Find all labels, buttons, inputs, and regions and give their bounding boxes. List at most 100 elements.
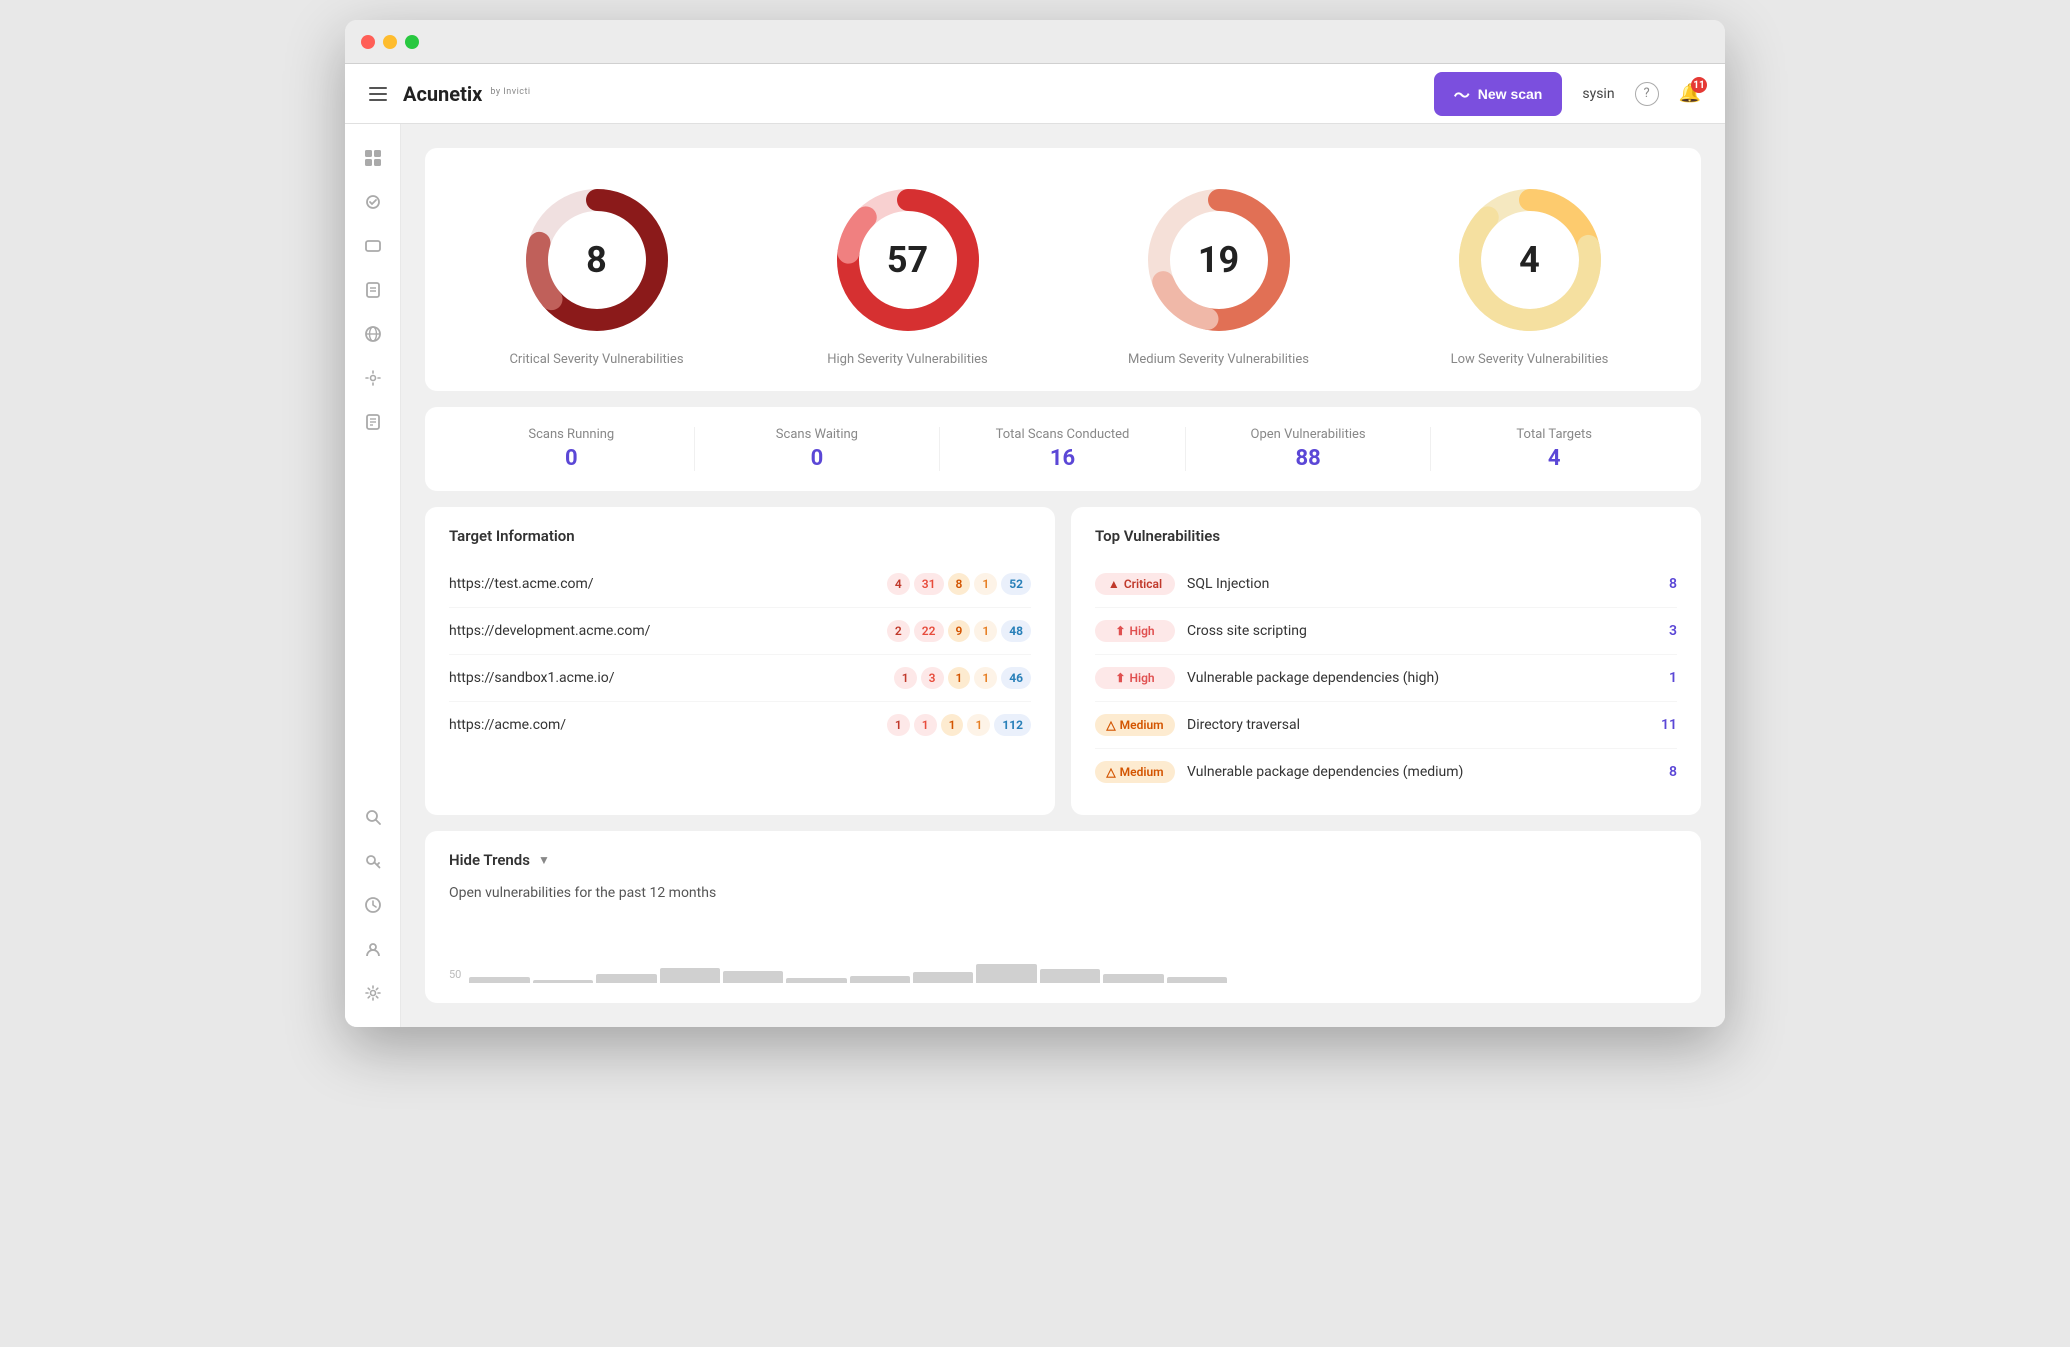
top-vulnerabilities-panel: Top Vulnerabilities ▲ Critical SQL Injec… [1071,507,1701,815]
badge-medium: 8 [948,573,971,595]
high-label: High Severity Vulnerabilities [827,352,987,367]
chart-bar [723,971,783,983]
stat-total-label: Total Scans Conducted [952,427,1173,442]
close-button[interactable] [361,35,375,49]
app-container: Acunetix by Invicti 〜 New scan sysin ? 🔔… [345,64,1725,1027]
chart-bar [1167,977,1227,983]
stat-waiting-label: Scans Waiting [707,427,928,442]
badge-medium: 9 [948,620,971,642]
chart-bar [533,980,593,983]
high-count: 57 [887,239,928,281]
list-item: ▲ Critical SQL Injection 8 [1095,561,1677,608]
badge-medium: 1 [948,667,971,689]
chart-bar [1103,974,1163,983]
badge-total: 48 [1001,620,1031,642]
target-badges: 1 3 1 1 46 [894,667,1031,689]
stat-vulns-label: Open Vulnerabilities [1198,427,1419,442]
list-item: ⬆ High Cross site scripting 3 [1095,608,1677,655]
help-button[interactable]: ? [1635,82,1659,106]
sidebar-item-integrations[interactable] [355,360,391,396]
table-row: https://test.acme.com/ 4 31 8 1 52 [449,561,1031,608]
scan-wave-icon: 〜 [1454,82,1470,106]
list-item: △ Medium Directory traversal 11 [1095,702,1677,749]
badge-medium: 1 [941,714,964,736]
hamburger-menu[interactable] [369,87,387,101]
target-url: https://development.acme.com/ [449,623,650,639]
stat-targets-value: 4 [1443,446,1665,471]
sidebar-item-targets[interactable] [355,228,391,264]
chevron-down-icon: ▼ [538,853,550,867]
badge-high: 1 [914,714,937,736]
stat-waiting-value: 0 [707,446,928,471]
stat-total-scans: Total Scans Conducted 16 [940,427,1186,471]
sidebar-item-network[interactable] [355,316,391,352]
vuln-name: SQL Injection [1187,576,1657,592]
sidebar [345,124,401,1027]
critical-label: Critical Severity Vulnerabilities [509,352,683,367]
chart-bar [850,976,910,983]
badge-critical: 4 [887,573,910,595]
new-scan-button[interactable]: 〜 New scan [1434,72,1563,116]
list-item: △ Medium Vulnerable package dependencies… [1095,749,1677,795]
sidebar-item-users[interactable] [355,931,391,967]
stat-vulns-value: 88 [1198,446,1419,471]
username-label: sysin [1582,86,1614,102]
stat-running-label: Scans Running [461,427,682,442]
target-info-title: Target Information [449,527,1031,545]
severity-high-badge: ⬆ High [1095,667,1175,689]
severity-medium-badge: △ Medium [1095,714,1175,736]
stat-open-vulns: Open Vulnerabilities 88 [1186,427,1432,471]
stat-scans-waiting: Scans Waiting 0 [695,427,941,471]
logo: Acunetix by Invicti [403,82,531,106]
chart-bar [469,977,529,983]
target-url: https://test.acme.com/ [449,576,594,592]
maximize-button[interactable] [405,35,419,49]
badge-low: 1 [974,573,997,595]
badge-total: 112 [994,714,1031,736]
low-label: Low Severity Vulnerabilities [1451,352,1609,367]
chart-bars [469,921,1677,983]
stats-bar: Scans Running 0 Scans Waiting 0 Total Sc… [425,407,1701,491]
low-count: 4 [1519,239,1540,281]
trends-subtitle: Open vulnerabilities for the past 12 mon… [449,885,1677,901]
medium-donut: 19 [1139,180,1299,340]
low-vuln-card: 4 Low Severity Vulnerabilities [1382,180,1677,367]
chevron-up-icon: ⬆ [1115,671,1125,685]
badge-high: 3 [921,667,944,689]
sidebar-item-discovery[interactable] [355,799,391,835]
notification-button[interactable]: 🔔 11 [1679,83,1701,104]
table-row: https://development.acme.com/ 2 22 9 1 4… [449,608,1031,655]
list-item: ⬆ High Vulnerable package dependencies (… [1095,655,1677,702]
sidebar-item-scans[interactable] [355,184,391,220]
sidebar-item-reports[interactable] [355,272,391,308]
sidebar-item-keys[interactable] [355,843,391,879]
sidebar-item-dashboard[interactable] [355,140,391,176]
high-donut: 57 [828,180,988,340]
chart-bar [596,974,656,983]
minimize-button[interactable] [383,35,397,49]
lower-panels: Target Information https://test.acme.com… [425,507,1701,815]
header: Acunetix by Invicti 〜 New scan sysin ? 🔔… [345,64,1725,124]
badge-critical: 1 [887,714,910,736]
vuln-name: Directory traversal [1187,717,1649,733]
medium-label: Medium Severity Vulnerabilities [1128,352,1309,367]
vuln-name: Vulnerable package dependencies (high) [1187,670,1657,686]
hide-trends-button[interactable]: Hide Trends ▼ [449,851,1677,869]
sidebar-item-history[interactable] [355,887,391,923]
vuln-name: Cross site scripting [1187,623,1657,639]
badge-low: 1 [974,620,997,642]
traffic-lights [361,35,419,49]
severity-high-badge: ⬆ High [1095,620,1175,642]
stat-scans-running: Scans Running 0 [449,427,695,471]
header-right: 〜 New scan sysin ? 🔔 11 [1434,72,1701,116]
chart-bar [913,972,973,983]
target-information-panel: Target Information https://test.acme.com… [425,507,1055,815]
stat-targets-label: Total Targets [1443,427,1665,442]
chevron-up-icon: △ [1106,765,1115,779]
y-axis-label: 50 [449,968,461,983]
sidebar-item-documents[interactable] [355,404,391,440]
trends-section: Hide Trends ▼ Open vulnerabilities for t… [425,831,1701,1003]
sidebar-item-settings[interactable] [355,975,391,1011]
vuln-count: 8 [1669,576,1677,592]
chart-bar [786,978,846,983]
